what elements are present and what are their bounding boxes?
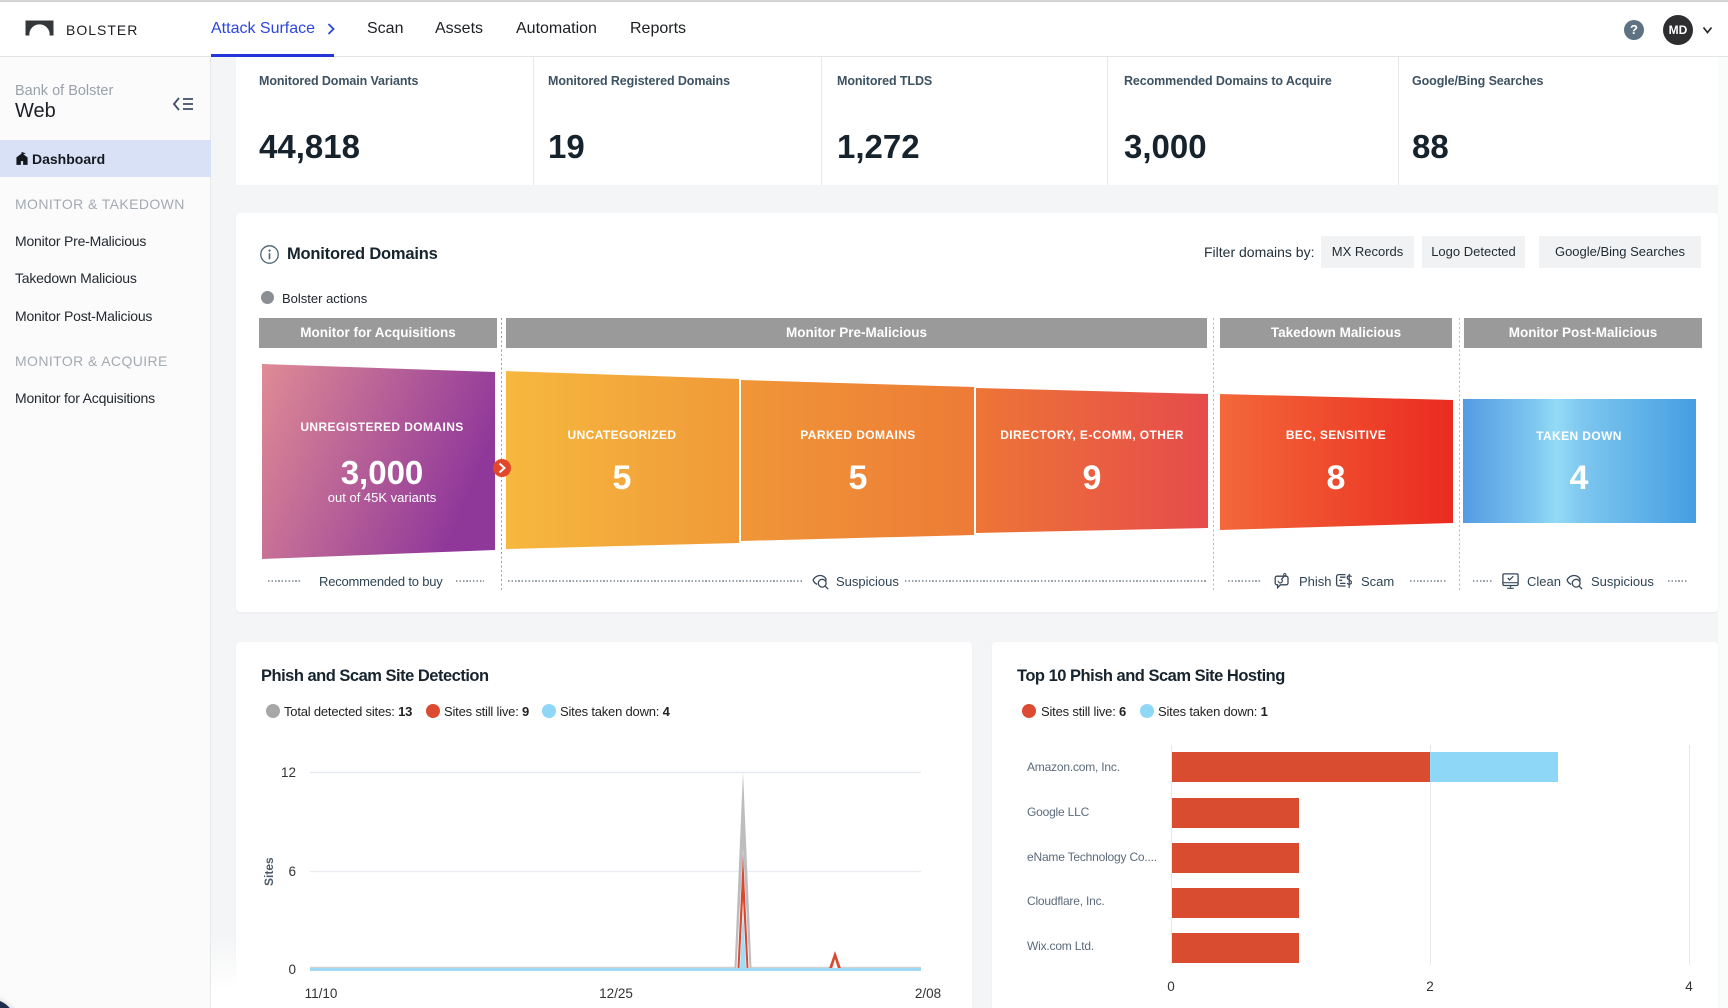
svg-text:5: 5 (613, 459, 632, 497)
svg-text:out of 45K variants: out of 45K variants (328, 490, 437, 505)
svg-text:DIRECTORY, E-COMM, OTHER: DIRECTORY, E-COMM, OTHER (1000, 428, 1184, 442)
svg-text:3,000: 3,000 (341, 454, 424, 491)
svg-text:BEC, SENSITIVE: BEC, SENSITIVE (1286, 428, 1386, 442)
svg-text:9: 9 (1083, 459, 1102, 497)
svg-text:4: 4 (1570, 459, 1589, 497)
svg-text:UNCATEGORIZED: UNCATEGORIZED (568, 428, 677, 442)
svg-text:UNREGISTERED DOMAINS: UNREGISTERED DOMAINS (300, 420, 463, 434)
svg-text:PARKED DOMAINS: PARKED DOMAINS (800, 428, 915, 442)
svg-text:5: 5 (849, 459, 868, 497)
svg-text:TAKEN DOWN: TAKEN DOWN (1536, 429, 1622, 443)
svg-text:8: 8 (1327, 459, 1346, 497)
